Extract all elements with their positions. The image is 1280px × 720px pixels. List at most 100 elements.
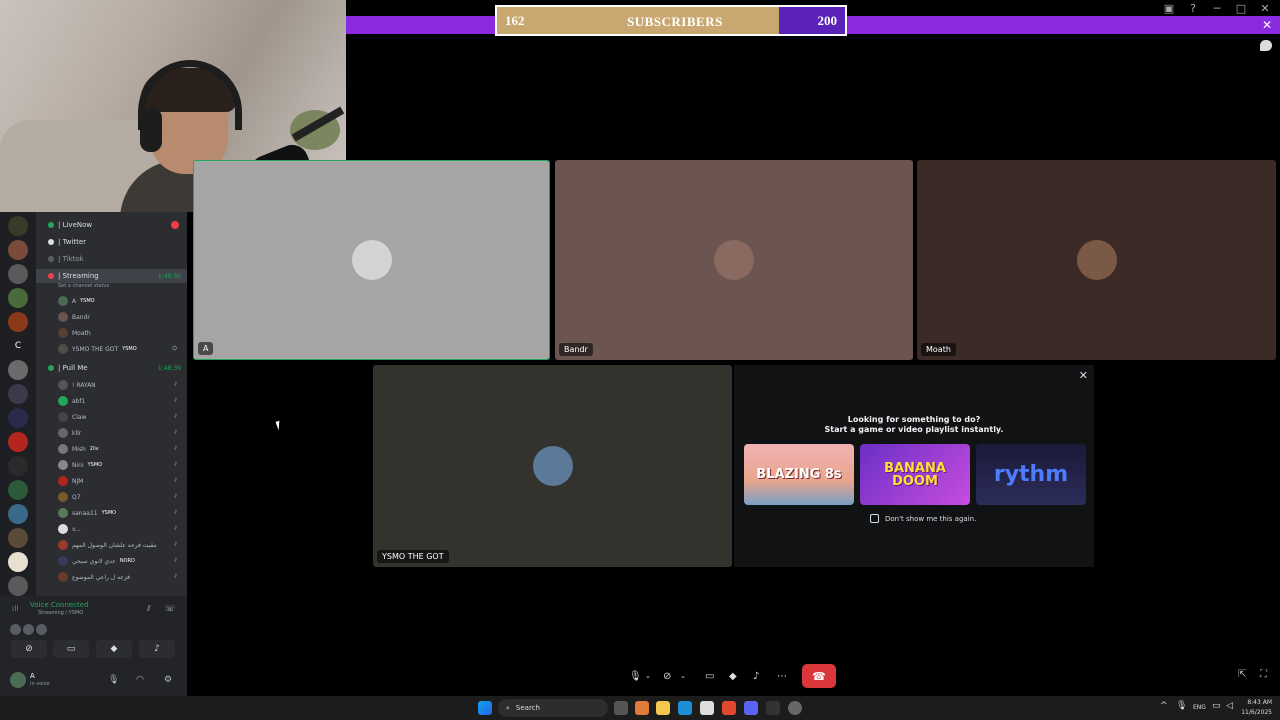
signal-icon[interactable]: ıll [12, 604, 22, 614]
disconnect-icon[interactable]: ☏ [165, 604, 175, 614]
network-icon[interactable]: ▭ [1212, 701, 1221, 711]
close-icon[interactable]: ✕ [1079, 369, 1088, 382]
server-play-icon[interactable] [8, 408, 28, 428]
task-view-icon[interactable] [614, 701, 628, 715]
volume-icon[interactable]: ◁ [1226, 701, 1233, 711]
file-explorer-icon[interactable] [656, 701, 670, 715]
voice-member[interactable]: ! RAYAN ⫽ [58, 378, 183, 392]
voice-connected-subtitle[interactable]: Streaming / YSMO [38, 610, 83, 616]
soundboard-button[interactable]: ♪ [139, 640, 175, 658]
popout-icon[interactable]: ⇱ [1238, 669, 1246, 680]
voice-member[interactable]: sanaa11 YSMO ⫽ [58, 506, 183, 520]
server-mt-icon[interactable] [8, 384, 28, 404]
settings-icon[interactable]: ⚙ [164, 675, 172, 685]
video-tile-ysmo[interactable]: YSMO THE GOT [373, 365, 732, 567]
microphone-icon[interactable]: 🎙 [629, 664, 642, 688]
voice-member[interactable]: Q7 ⫽ [58, 490, 183, 504]
help-icon[interactable]: ? [1186, 2, 1200, 15]
channel-status-text[interactable]: Set a channel status [58, 283, 109, 289]
language-indicator[interactable]: ENG [1193, 704, 1206, 711]
server-red-icon[interactable] [8, 432, 28, 452]
tray-mic-icon[interactable]: 🎙 [1176, 701, 1187, 711]
maximize-icon[interactable]: □ [1234, 2, 1248, 15]
dont-show-again[interactable]: Don't show me this again. [870, 514, 976, 523]
voice-member[interactable]: عدي لانوي سيحي NORD ⫽ [58, 554, 183, 568]
obs-icon[interactable] [766, 701, 780, 715]
edge-icon[interactable] [678, 701, 692, 715]
brave-icon[interactable] [722, 701, 736, 715]
server-c[interactable]: C [8, 336, 28, 356]
screen-share-icon[interactable]: ▭ [705, 664, 714, 688]
voice-member[interactable]: A YSMO [58, 294, 183, 308]
server-d-icon[interactable] [8, 456, 28, 476]
voice-member[interactable]: v... ⫽ [58, 522, 183, 536]
end-call-button[interactable]: ☎ [802, 664, 836, 688]
activity-card-banana-doom[interactable]: BANANA DOOM [860, 444, 970, 505]
voice-connected-title[interactable]: Voice Connected [30, 601, 89, 609]
channel-streaming[interactable]: | Streaming 1:49:50 [36, 269, 187, 283]
member-name: Nini [72, 461, 84, 469]
server-pixel-icon[interactable] [8, 552, 28, 572]
avatar[interactable] [10, 672, 26, 688]
taskbar-search[interactable]: ⌕ Search [498, 699, 608, 717]
chevron-down-icon[interactable]: ⌄ [680, 664, 686, 688]
server-photo-icon[interactable] [8, 360, 28, 380]
discord-icon[interactable] [744, 701, 758, 715]
camera-button[interactable]: ⊘ [11, 640, 47, 658]
server-multi-icon[interactable] [8, 504, 28, 524]
muted-icon: ⫽ [174, 413, 177, 420]
channel-livenow[interactable]: | LiveNow [36, 218, 187, 232]
video-tile-a[interactable]: A [193, 160, 550, 360]
activities-icon[interactable]: ◆ [729, 664, 737, 688]
store-icon[interactable] [700, 701, 714, 715]
channel-tiktok[interactable]: | Tiktok [36, 252, 187, 266]
tray-chevron-icon[interactable]: ^ [1160, 701, 1168, 711]
headphones-icon[interactable]: ◠ [136, 675, 144, 685]
overlay-close-icon[interactable]: ✕ [1262, 18, 1272, 32]
close-icon[interactable]: ✕ [1258, 2, 1272, 15]
start-icon[interactable] [478, 701, 492, 715]
settings-icon[interactable] [788, 701, 802, 715]
server-avatar-icon[interactable] [8, 240, 28, 260]
activity-card-blazing-8s[interactable]: BLAZING 8s [744, 444, 854, 505]
minimize-icon[interactable]: ─ [1210, 2, 1224, 15]
activities-button[interactable]: ◆ [96, 640, 132, 658]
fullscreen-icon[interactable]: ⛶ [1260, 669, 1267, 680]
video-tile-bandr[interactable]: Bandr [555, 160, 913, 360]
dont-show-checkbox[interactable] [870, 514, 879, 523]
server-add-icon[interactable] [8, 576, 28, 596]
voice-member[interactable]: YSMO THE GOT YSMO ⛭ [58, 342, 183, 356]
video-tile-moath[interactable]: Moath [917, 160, 1276, 360]
voice-member[interactable]: مقيت فرحه علشان الوصول المهم ⫽ [58, 538, 183, 552]
camera-off-icon[interactable]: ⊘ [663, 664, 671, 688]
screen-share-button[interactable]: ▭ [53, 640, 89, 658]
noise-suppression-icon[interactable]: ⫽ [147, 604, 157, 614]
server-logo-icon[interactable] [8, 216, 28, 236]
server-green-icon[interactable] [8, 480, 28, 500]
voice-member[interactable]: kllr ⫽ [58, 426, 183, 440]
clock[interactable]: 8:43 AM 11/6/2025 [1241, 698, 1272, 718]
voice-member[interactable]: abf1 ⫽ [58, 394, 183, 408]
voice-member[interactable]: Bandr [58, 310, 183, 324]
avatar [58, 328, 68, 338]
microphone-icon[interactable]: 🎙 [108, 675, 119, 685]
voice-member[interactable]: فزعه ل راعي الموضوع ⫽ [58, 570, 183, 584]
voice-member[interactable]: NJM ⫽ [58, 474, 183, 488]
soundboard-icon[interactable]: ♪ [753, 664, 759, 688]
chat-icon[interactable] [1260, 40, 1272, 51]
copilot-icon[interactable] [635, 701, 649, 715]
voice-member[interactable]: Moath [58, 326, 183, 340]
more-icon[interactable]: ⋯ [777, 664, 787, 688]
server-flame-icon[interactable] [8, 312, 28, 332]
chevron-down-icon[interactable]: ⌄ [645, 664, 651, 688]
voice-member[interactable]: Nini YSMO ⫽ [58, 458, 183, 472]
voice-member[interactable]: Mish 2liv ⫽ [58, 442, 183, 456]
channel-twitter[interactable]: | Twitter [36, 235, 187, 249]
server-art-icon[interactable] [8, 264, 28, 284]
server-cat-icon[interactable] [8, 528, 28, 548]
activity-card-rythm[interactable]: rythm [976, 444, 1086, 505]
tv-icon[interactable]: ▣ [1162, 2, 1176, 15]
channel-pull-me[interactable]: | Pull Me 1:48:39 [36, 361, 187, 375]
voice-member[interactable]: Claw ⫽ [58, 410, 183, 424]
server-game-icon[interactable] [8, 288, 28, 308]
